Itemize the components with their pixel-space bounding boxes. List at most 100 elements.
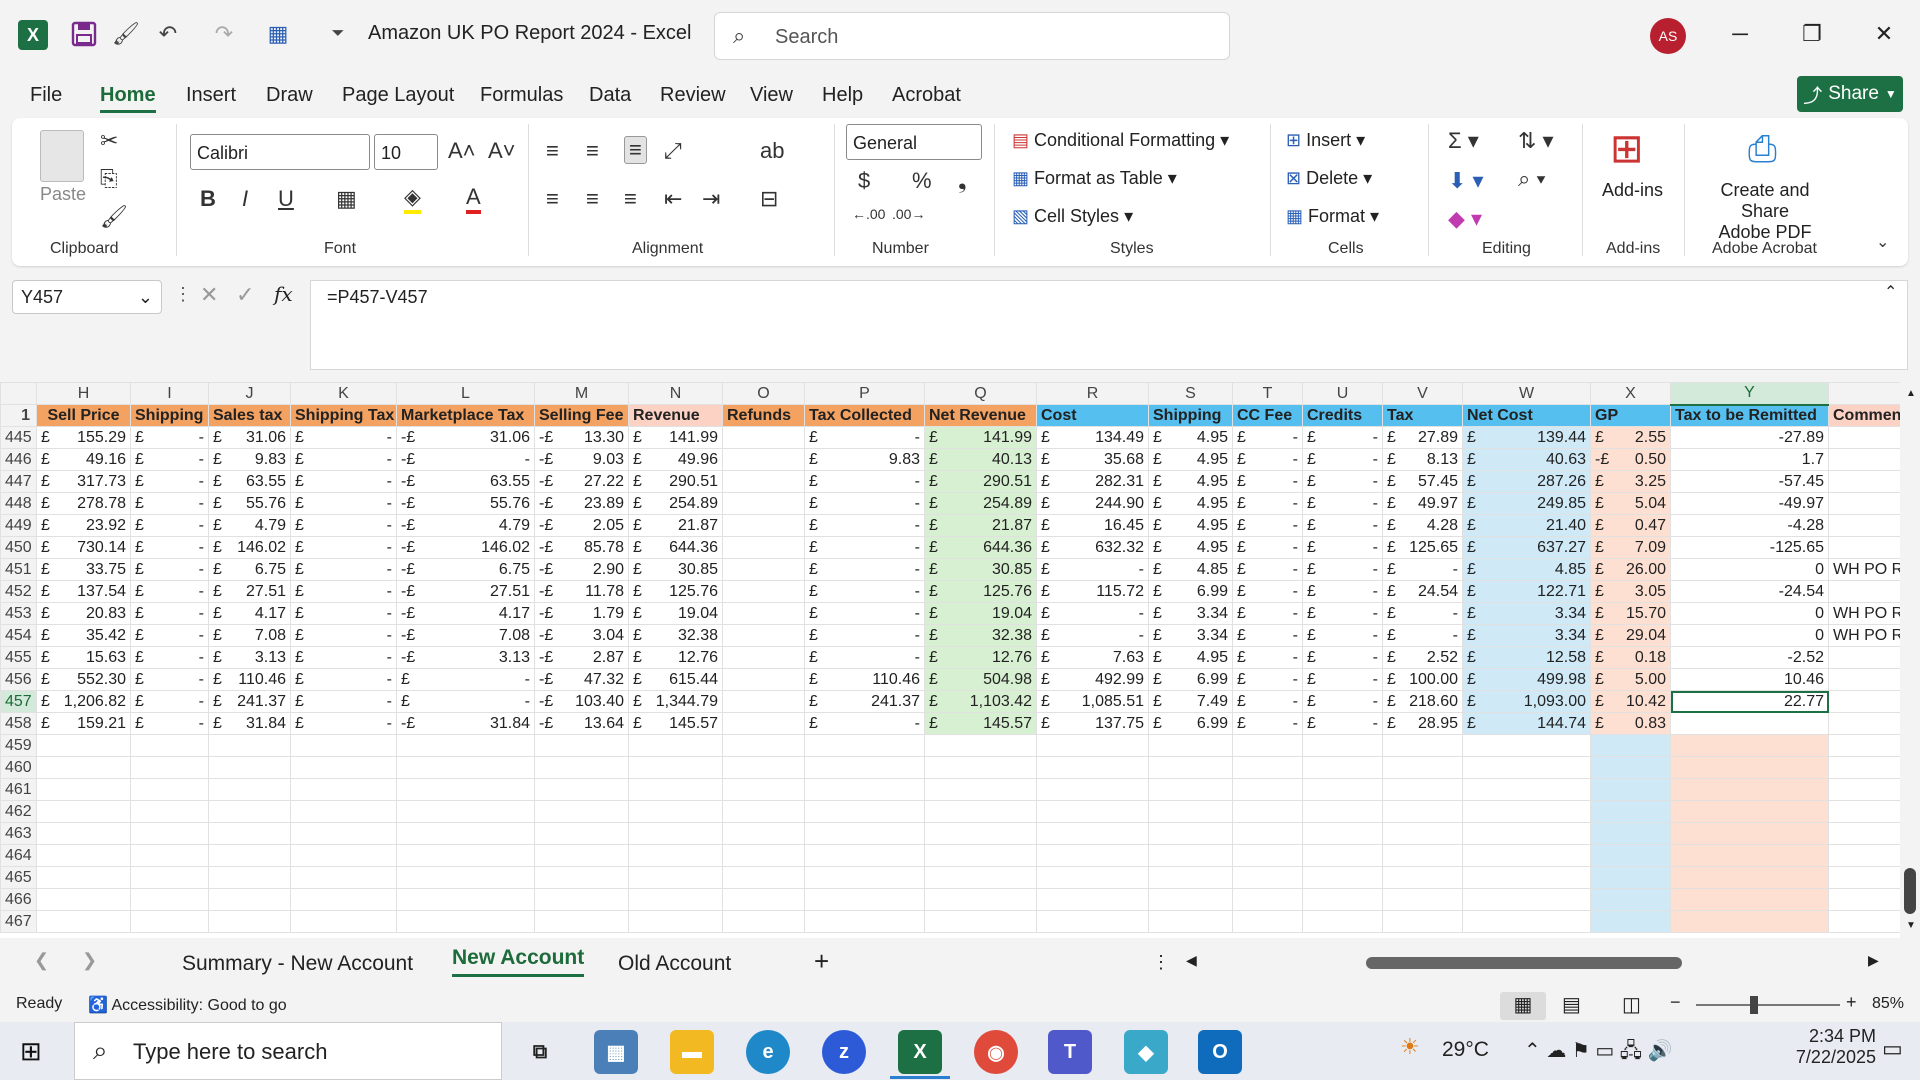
cell[interactable] [628,800,723,823]
cell[interactable]: £7.63 [1036,646,1149,669]
cell[interactable] [628,778,723,801]
cell[interactable]: £5.04 [1590,492,1671,515]
cell[interactable] [804,888,925,911]
teams-icon[interactable]: T [1048,1030,1092,1074]
percent-icon[interactable]: % [912,168,932,194]
cell[interactable]: £144.74 [1462,712,1591,735]
cell[interactable] [208,734,291,757]
cell[interactable] [1302,778,1383,801]
cell[interactable]: £4.17 [208,602,291,625]
save-icon[interactable] [68,18,100,50]
cell[interactable] [804,734,925,757]
cell[interactable]: £35.68 [1036,448,1149,471]
cell[interactable]: £ - [290,492,397,515]
cell[interactable] [290,734,397,757]
cell[interactable] [924,844,1037,867]
cell[interactable]: £29.04 [1590,624,1671,647]
sheet-table[interactable]: H I J K L M N O P Q R S T U V W X Y 1 Sell Price Shipping Sal… [0,382,1900,933]
redo-icon[interactable]: ↷ [208,18,240,50]
cell[interactable]: £19.04 [628,602,723,625]
cell[interactable] [1148,778,1233,801]
cell[interactable] [1382,888,1463,911]
cell[interactable]: £ - [290,580,397,603]
cell[interactable] [722,734,805,757]
cell[interactable] [722,426,805,449]
column-header-o[interactable]: O [722,382,805,405]
cell[interactable] [722,558,805,581]
cell[interactable] [1828,800,1900,823]
cell[interactable] [130,756,209,779]
italic-icon[interactable]: I [242,186,248,212]
cell[interactable] [130,800,209,823]
cell[interactable]: £ - [804,492,925,515]
cell[interactable]: -£ 55.76 [396,492,535,515]
cell[interactable]: £ - [1302,448,1383,471]
cell[interactable]: £ - [1302,470,1383,493]
cell[interactable]: £ - [1382,602,1463,625]
cell[interactable]: £ - [1232,514,1303,537]
cell[interactable] [1462,756,1591,779]
cell[interactable]: -£ 6.75 [396,558,535,581]
cell-tax-to-remit[interactable]: -2.52 [1670,646,1829,669]
cell[interactable]: £139.44 [1462,426,1591,449]
cell[interactable] [130,734,209,757]
cell[interactable] [1590,756,1671,779]
cell[interactable]: -£ 27.22 [534,470,629,493]
cell[interactable] [396,756,535,779]
cell[interactable]: £31.06 [208,426,291,449]
cell[interactable]: £637.27 [1462,536,1591,559]
undo-icon[interactable]: ↶ [152,18,184,50]
cell[interactable] [924,822,1037,845]
sheet-tab-old-account[interactable]: Old Account [618,952,731,976]
cell[interactable]: £ - [1302,426,1383,449]
cell[interactable] [924,756,1037,779]
cell[interactable] [1670,844,1829,867]
cell[interactable]: £ - [130,602,209,625]
cell[interactable]: £ - [1232,536,1303,559]
column-header-u[interactable]: U [1302,382,1383,405]
cell[interactable] [208,778,291,801]
edge-icon[interactable]: e [746,1030,790,1074]
cell-tax-to-remit[interactable]: 22.77 [1670,690,1829,713]
cell[interactable]: £ - [804,602,925,625]
cell[interactable] [1828,844,1900,867]
borders-icon[interactable]: ▦ [336,186,357,212]
cell[interactable]: £0.47 [1590,514,1671,537]
cell[interactable] [1590,844,1671,867]
row-header[interactable]: 461 [0,778,37,801]
add-ins-button[interactable]: Add-ins [1602,180,1663,201]
cell[interactable] [1462,888,1591,911]
cell[interactable] [924,910,1037,933]
scroll-thumb[interactable] [1904,868,1916,914]
cell[interactable]: £ - [1232,470,1303,493]
cell[interactable]: -£ 103.40 [534,690,629,713]
cell[interactable]: £290.51 [924,470,1037,493]
cell[interactable] [1382,800,1463,823]
font-color-icon[interactable]: A [466,184,481,214]
cell-tax-to-remit[interactable]: 0 [1670,602,1829,625]
cell[interactable]: £134.49 [1036,426,1149,449]
scroll-right-icon[interactable]: ▶ [1868,952,1879,969]
cell-comment[interactable] [1828,426,1900,449]
cell[interactable]: £ - [804,514,925,537]
cell[interactable] [208,844,291,867]
cell[interactable]: £278.78 [36,492,131,515]
select-all-corner[interactable] [0,382,37,405]
cell[interactable] [290,888,397,911]
create-share-pdf-button[interactable]: Create and Share Adobe PDF [1698,180,1832,243]
cell[interactable]: -£ 9.03 [534,448,629,471]
collapse-formula-bar-icon[interactable]: ⌃ [1884,282,1897,302]
cell[interactable]: £1,085.51 [1036,690,1149,713]
cell[interactable] [1670,734,1829,757]
cell[interactable]: -£ 4.79 [396,514,535,537]
cell-tax-to-remit[interactable]: -27.89 [1670,426,1829,449]
column-title[interactable]: Selling Fee [534,404,629,427]
cell[interactable]: £4.28 [1382,514,1463,537]
cell[interactable]: £4.95 [1148,492,1233,515]
cell[interactable]: £504.98 [924,668,1037,691]
cell[interactable] [1232,778,1303,801]
cell[interactable]: £1,093.00 [1462,690,1591,713]
cell[interactable] [722,690,805,713]
cell[interactable] [1590,778,1671,801]
cell[interactable]: £ - [130,514,209,537]
